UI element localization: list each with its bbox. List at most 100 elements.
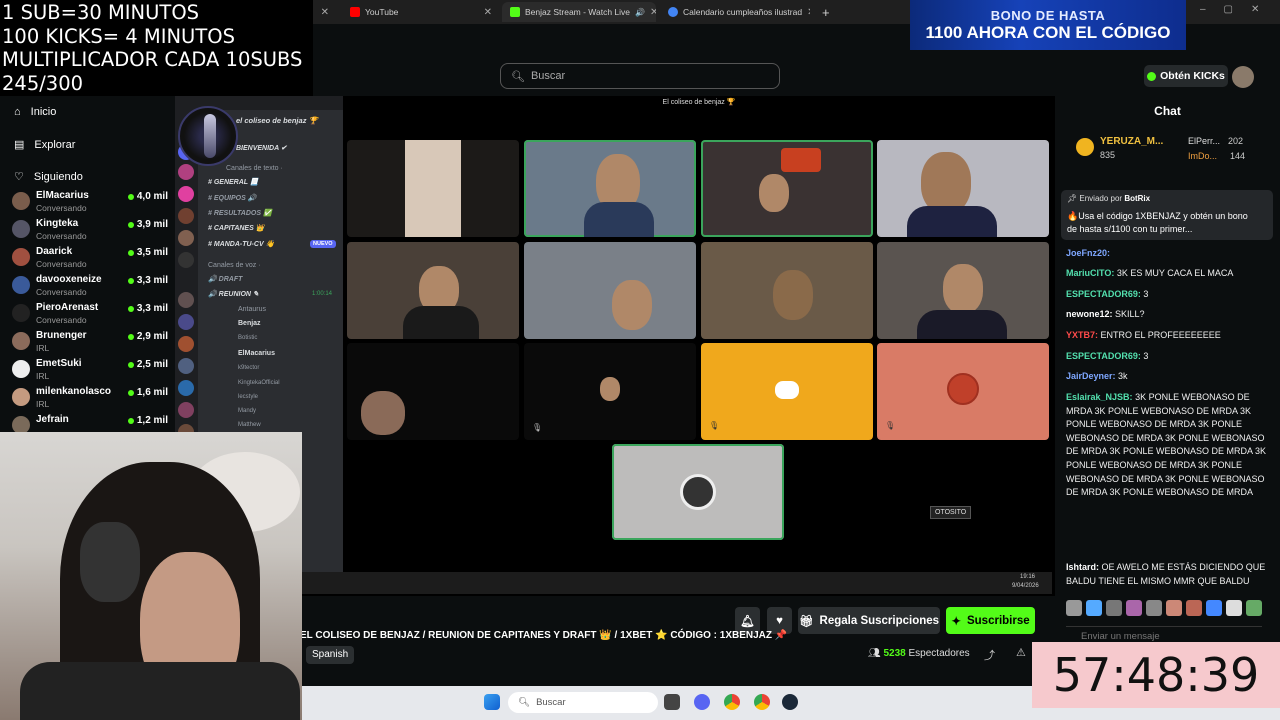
- server-icon[interactable]: [178, 380, 194, 396]
- tab-close-prev[interactable]: ✕: [312, 2, 337, 22]
- sidebar: ⌂ Inicio ▤ Explorar ♡ Siguiendo ElMacarius …: [0, 96, 175, 436]
- get-kicks-button[interactable]: Obtén KICKs: [1144, 65, 1228, 87]
- gift-subs-button[interactable]: 🎁︎ Regala Suscripciones: [798, 607, 940, 634]
- sidebar-channel[interactable]: Kingteka Conversando 3,9 mil: [8, 216, 168, 244]
- server-logo: [178, 106, 238, 166]
- chrome-app-icon-2[interactable]: [754, 694, 770, 710]
- mic-muted-icon: 🎙︎: [532, 423, 543, 432]
- video-tile[interactable]: [524, 140, 696, 237]
- discord-logo-icon: [775, 381, 799, 399]
- pin-icon: 📌︎: [1067, 194, 1078, 203]
- emote-icon[interactable]: [1186, 600, 1202, 616]
- tab-calendario[interactable]: Calendario cumpleaños ilustrad ✕: [660, 2, 810, 22]
- sidebar-channel[interactable]: ElMacarius Conversando 4,0 mil: [8, 188, 168, 216]
- tab-youtube[interactable]: YouTube ✕: [342, 2, 500, 22]
- nav-inicio[interactable]: ⌂ Inicio: [14, 106, 56, 118]
- home-icon: ⌂: [14, 106, 21, 118]
- video-tile[interactable]: [347, 140, 519, 237]
- emote-icon[interactable]: [1246, 600, 1262, 616]
- language-tag[interactable]: Spanish: [306, 646, 355, 664]
- video-tile[interactable]: [524, 242, 696, 339]
- video-tile[interactable]: 🎙︎: [877, 343, 1049, 440]
- windows-search-input[interactable]: 🔍︎ Buscar: [508, 692, 658, 713]
- task-view-icon[interactable]: [664, 694, 680, 710]
- video-tile[interactable]: 🎙︎: [701, 343, 873, 440]
- server-icon[interactable]: [178, 230, 194, 246]
- windows-start-icon[interactable]: [484, 694, 500, 710]
- close-icon[interactable]: ✕: [807, 7, 810, 18]
- subscribe-button[interactable]: ✦ Suscribirse: [946, 607, 1035, 634]
- chat-title: Chat: [1154, 104, 1181, 118]
- steam-app-icon[interactable]: [782, 694, 798, 710]
- avatar: [12, 332, 30, 350]
- webcam-overlay: [0, 432, 302, 720]
- emote-icon[interactable]: [1226, 600, 1242, 616]
- video-tile[interactable]: [877, 140, 1049, 237]
- share-icon[interactable]: ⤴: [984, 647, 995, 663]
- mic-muted-icon: 🎙︎: [709, 421, 720, 430]
- sidebar-channel[interactable]: Daarick Conversando 3,5 mil: [8, 244, 168, 272]
- chat-message: Ishtard: OE AWELO ME ESTÁS DICIENDO QUE …: [1066, 562, 1266, 586]
- sidebar-channel[interactable]: milenkanolasco IRL 1,6 mil: [8, 384, 168, 412]
- server-icon[interactable]: [178, 314, 194, 330]
- discord-app-icon[interactable]: [694, 694, 710, 710]
- emote-icon[interactable]: [1146, 600, 1162, 616]
- server-icon[interactable]: [178, 358, 194, 374]
- video-tile[interactable]: [347, 343, 519, 440]
- chat-message: newone12: SKILL?: [1066, 309, 1145, 319]
- video-tile[interactable]: [701, 242, 873, 339]
- chat-message: JairDeyner: 3k: [1066, 371, 1128, 381]
- nav-explorar[interactable]: ▤ Explorar: [14, 138, 75, 152]
- avatar: [12, 360, 30, 378]
- pinned-message[interactable]: 📌︎ Enviado por BotRix 🔥Usa el código 1XB…: [1061, 190, 1273, 240]
- video-tile[interactable]: [877, 242, 1049, 339]
- search-input[interactable]: 🔍︎ Buscar: [500, 63, 780, 89]
- video-tile[interactable]: [701, 140, 873, 237]
- server-icon[interactable]: [178, 292, 194, 308]
- emote-icon[interactable]: [1206, 600, 1222, 616]
- sidebar-channel[interactable]: EmetSuki IRL 2,5 mil: [8, 356, 168, 384]
- trophy-icon: [1076, 138, 1094, 156]
- emote-icon[interactable]: [1086, 600, 1102, 616]
- explore-icon: ▤: [14, 139, 25, 151]
- server-icon[interactable]: [178, 208, 194, 224]
- video-tile[interactable]: [612, 444, 784, 540]
- speaker-icon[interactable]: 🔊: [635, 8, 645, 17]
- gift-icon: 🎁︎: [798, 615, 814, 628]
- chrome-app-icon[interactable]: [724, 694, 740, 710]
- server-icon[interactable]: [178, 186, 194, 202]
- close-icon[interactable]: ✕: [650, 7, 656, 18]
- avatar: [680, 474, 716, 510]
- close-icon[interactable]: ✕: [484, 7, 492, 18]
- sidebar-channel[interactable]: Brunenger IRL 2,9 mil: [8, 328, 168, 356]
- video-tile[interactable]: [347, 242, 519, 339]
- emote-icon[interactable]: [1106, 600, 1122, 616]
- inner-taskbar: 19:16 9/04/2026: [300, 572, 1052, 594]
- emote-icon[interactable]: [1066, 600, 1082, 616]
- discord-window-title: El coliseo de benjaz 🏆: [662, 99, 736, 106]
- avatar[interactable]: [1232, 66, 1254, 88]
- kick-coin-icon: [1147, 71, 1157, 81]
- avatar: [12, 192, 30, 210]
- subathon-timer: 57:48:39: [1032, 642, 1280, 708]
- sidebar-channel[interactable]: davooxeneize Conversando 3,3 mil: [8, 272, 168, 300]
- emote-icon[interactable]: [1166, 600, 1182, 616]
- emote-icon[interactable]: [1126, 600, 1142, 616]
- window-controls[interactable]: –▢✕: [1200, 4, 1277, 15]
- video-tile[interactable]: 🎙︎: [524, 343, 696, 440]
- globe-icon: [668, 7, 678, 17]
- new-tab-button[interactable]: +: [814, 2, 838, 22]
- sparkle-icon: ✦: [951, 615, 961, 628]
- avatar: [12, 220, 30, 238]
- server-icon[interactable]: [178, 336, 194, 352]
- server-icon[interactable]: [178, 402, 194, 418]
- server-icon[interactable]: [178, 252, 194, 268]
- server-icon[interactable]: [178, 164, 194, 180]
- nav-siguiendo[interactable]: ♡ Siguiendo: [14, 170, 83, 184]
- heart-icon: ♡: [14, 171, 24, 183]
- tab-benjaz-stream[interactable]: Benjaz Stream - Watch Live 🔊 ✕: [502, 2, 656, 22]
- report-icon[interactable]: ⚠: [1016, 646, 1026, 659]
- search-icon: 🔍︎: [518, 697, 531, 708]
- emote-bar: [1066, 600, 1272, 616]
- sidebar-channel[interactable]: PieroArenast Conversando 3,3 mil: [8, 300, 168, 328]
